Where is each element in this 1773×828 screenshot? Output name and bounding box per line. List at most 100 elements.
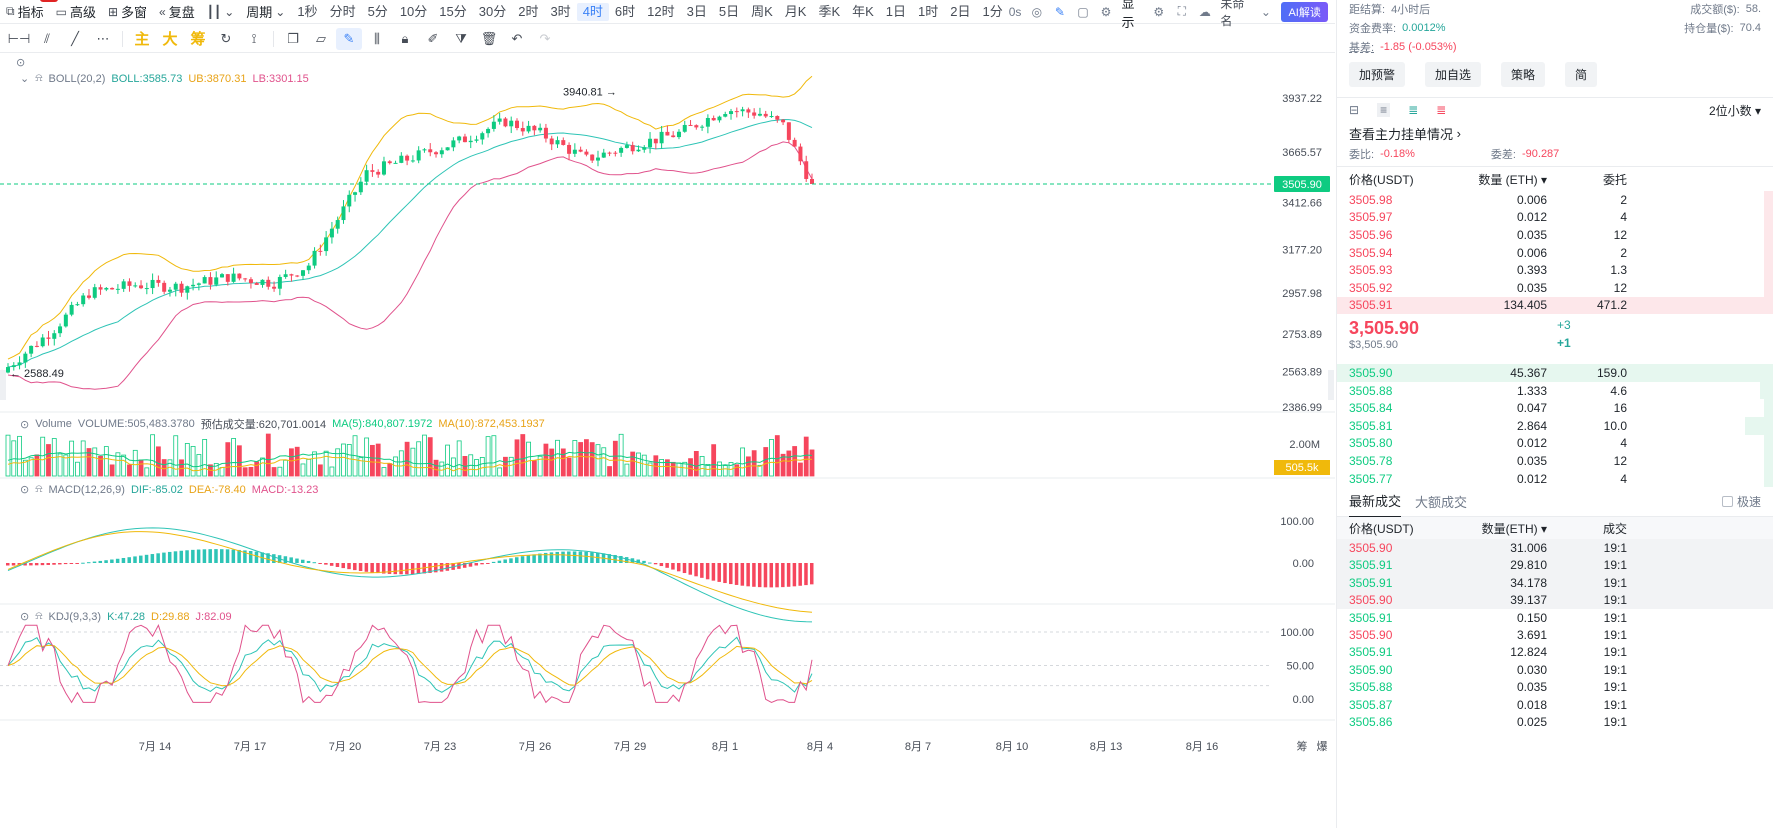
interval-3[interactable]: 10分	[394, 3, 433, 21]
view-bids-icon[interactable]: ≣	[1408, 103, 1418, 117]
orderbook-view-row: ⊟ ≡ ≣ ≣ 2位小数 ▾	[1337, 98, 1773, 122]
gear-icon[interactable]: ⚙	[1151, 3, 1166, 21]
fullscreen-icon[interactable]: ⛶	[1174, 3, 1189, 21]
right-scroll-handle[interactable]	[1328, 370, 1334, 400]
interval-9[interactable]: 6时	[609, 3, 641, 21]
chips-button[interactable]: 筹	[185, 28, 211, 50]
multi-window-button[interactable]: ⊞ 多窗	[102, 0, 153, 23]
interval-20[interactable]: 1分	[976, 3, 1008, 21]
interval-17[interactable]: 1日	[880, 3, 912, 21]
interval-6[interactable]: 2时	[512, 3, 544, 21]
qty-header[interactable]: 数量 (ETH) ▾	[1447, 171, 1547, 188]
redo-icon[interactable]: ↷	[532, 28, 558, 50]
bids-row[interactable]: 3505.88 1.333 4.6	[1337, 381, 1773, 400]
trend-line-icon[interactable]: ╱	[62, 28, 88, 50]
tab-latest-trades[interactable]: 最新成交	[1349, 485, 1402, 519]
candle-body	[509, 120, 514, 127]
undo-icon[interactable]: ↶	[504, 28, 530, 50]
kline-chart[interactable]: 3937.22 3665.57 3412.66 3177.20 2957.98 2753.…	[0, 54, 1335, 828]
bars-icon[interactable]: ⫼	[364, 28, 390, 50]
ai-read-button[interactable]: AI解读	[1281, 1, 1328, 22]
bids-qty: 0.047	[1516, 401, 1547, 416]
interval-10[interactable]: 12时	[641, 3, 680, 21]
decimals-dropdown[interactable]: 2位小数 ▾	[1709, 102, 1761, 119]
interval-5[interactable]: 30分	[473, 3, 512, 21]
more-tools-icon[interactable]: ⋯	[90, 28, 116, 50]
view-both-icon[interactable]: ⊟	[1349, 103, 1359, 117]
interval-11[interactable]: 3日	[681, 3, 713, 21]
layout-icon[interactable]: ▢	[1075, 3, 1090, 21]
volume-bar	[624, 463, 630, 477]
macd-histogram-bar	[648, 562, 652, 564]
asks-row[interactable]: 3505.98 0.006 2	[1337, 191, 1773, 209]
interval-15[interactable]: 季K	[812, 3, 846, 21]
refresh-icon[interactable]: ↻	[213, 28, 239, 50]
pen-icon[interactable]: ✐	[420, 28, 446, 50]
bids-row[interactable]: 3505.77 0.012 4	[1337, 469, 1773, 488]
interval-12[interactable]: 5日	[713, 3, 745, 21]
volume-bar	[688, 458, 693, 477]
horizontal-line-icon[interactable]: ⊢⊣	[6, 28, 32, 50]
cloud-icon[interactable]: ☁	[1197, 3, 1212, 21]
brush-icon[interactable]: ✎	[336, 27, 362, 50]
bids-row[interactable]: 3505.80 0.012 4	[1337, 434, 1773, 453]
chart-type-button[interactable]: ┃┃ ⌄	[201, 0, 241, 23]
macd-histogram-bar	[196, 549, 201, 563]
trash-icon[interactable]: 🗑︎	[476, 28, 502, 50]
lock-icon[interactable]: 🔒︎	[392, 28, 418, 50]
candle-body	[347, 194, 352, 207]
filter-icon[interactable]: ⧩	[448, 28, 474, 50]
interval-0[interactable]: 1秒	[291, 3, 323, 21]
bids-row[interactable]: 3505.90 45.367 159.0	[1337, 364, 1773, 382]
ruler-icon[interactable]: ▱	[308, 28, 334, 50]
strategy-button[interactable]: 策略	[1501, 62, 1546, 87]
asks-row[interactable]: 3505.92 0.035 12	[1337, 278, 1773, 297]
interval-4[interactable]: 15分	[433, 3, 472, 21]
interval-18[interactable]: 1时	[912, 3, 944, 21]
add-favorite-button[interactable]: 加自选	[1425, 62, 1482, 87]
view-sells-icon[interactable]: ≣	[1436, 103, 1446, 117]
left-scroll-handle[interactable]	[0, 370, 6, 400]
asks-row[interactable]: 3505.97 0.012 4	[1337, 208, 1773, 227]
bids-row[interactable]: 3505.81 2.864 10.0	[1337, 416, 1773, 435]
big-order-button[interactable]: 大	[157, 28, 183, 50]
tab-large-trades[interactable]: 大额成交	[1415, 492, 1467, 511]
interval-1[interactable]: 分时	[324, 3, 362, 21]
bids-row[interactable]: 3505.84 0.047 16	[1337, 399, 1773, 417]
settings-icon[interactable]: ⚙	[1099, 3, 1114, 21]
view-asks-icon[interactable]: ≡	[1377, 103, 1391, 117]
simple-button[interactable]: 简	[1565, 62, 1598, 87]
asks-row[interactable]: 3505.93 0.393 1.3	[1337, 261, 1773, 279]
add-alert-button[interactable]: 加预警	[1349, 62, 1406, 87]
interval-2[interactable]: 5分	[362, 3, 394, 21]
replay-button[interactable]: « 复盘	[153, 0, 201, 23]
interval-8[interactable]: 4时	[576, 2, 609, 21]
trade-qty-header[interactable]: 数量(ETH) ▾	[1447, 520, 1547, 537]
asks-row[interactable]: 3505.96 0.035 12	[1337, 226, 1773, 244]
main-force-button[interactable]: 主	[129, 28, 155, 50]
fast-toggle[interactable]: 极速	[1721, 493, 1761, 510]
main-orders-link[interactable]: 查看主力挂单情况 ›	[1337, 122, 1773, 144]
diff-value: -90.287	[1521, 148, 1560, 160]
interval-16[interactable]: 年K	[846, 3, 880, 21]
interval-19[interactable]: 2日	[944, 3, 976, 21]
pencil-icon[interactable]: ✎	[1052, 3, 1067, 21]
period-dropdown[interactable]: 周期 ⌄	[240, 0, 291, 23]
bids-row[interactable]: 3505.78 0.035 12	[1337, 452, 1773, 470]
advanced-button[interactable]: ▭ 高级	[50, 0, 102, 23]
candle-body	[729, 111, 734, 115]
magnet-icon[interactable]: ⟟	[241, 28, 267, 50]
interval-7[interactable]: 3时	[544, 3, 576, 21]
candle-body	[86, 295, 91, 298]
camera-icon[interactable]: ◎	[1029, 3, 1044, 21]
copy-icon[interactable]: ❐	[280, 28, 306, 50]
parallel-channel-icon[interactable]: ⫽	[34, 28, 60, 50]
asks-row[interactable]: 3505.94 0.006 2	[1337, 243, 1773, 262]
interval-13[interactable]: 周K	[745, 3, 779, 21]
checkbox-icon[interactable]	[1721, 496, 1733, 508]
asks-row[interactable]: 3505.91 134.405 471.2	[1337, 296, 1773, 315]
indicators-button[interactable]: ⧉ 指标	[0, 0, 58, 23]
macd-histogram-bar	[52, 563, 56, 565]
candle-body	[613, 152, 618, 154]
interval-14[interactable]: 月K	[779, 3, 813, 21]
